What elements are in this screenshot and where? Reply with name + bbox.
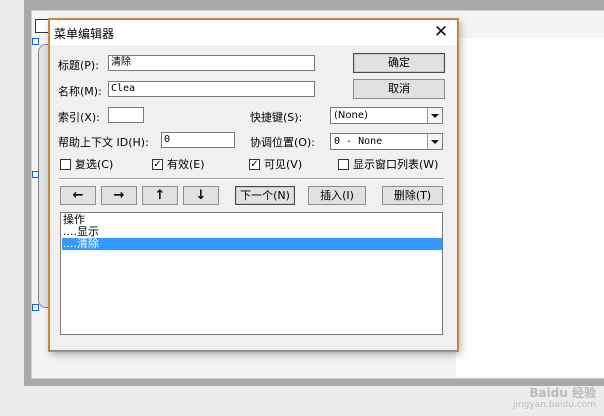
list-item[interactable]: ....显示 bbox=[62, 226, 442, 238]
form-icon bbox=[35, 19, 49, 33]
title-bar: 菜单编辑器 ✕ bbox=[50, 20, 457, 45]
check-icon[interactable]: ✓ bbox=[249, 158, 260, 170]
next-button[interactable]: 下一个(N) bbox=[235, 186, 295, 205]
arrow-up-icon: ↑ bbox=[154, 188, 166, 203]
cancel-button[interactable]: 取消 bbox=[353, 79, 445, 99]
negotiate-select[interactable]: 0 - None bbox=[330, 133, 443, 150]
helpid-label: 帮助上下文 ID(H): bbox=[58, 136, 149, 149]
list-item[interactable]: 操作 bbox=[62, 214, 442, 226]
move-up-button[interactable]: ↑ bbox=[142, 186, 178, 205]
resize-handle[interactable] bbox=[32, 171, 39, 178]
menu-item-list[interactable]: 操作 ....显示 ....清除 bbox=[60, 212, 443, 335]
visible-checkbox[interactable]: ✓ 可见(V) bbox=[249, 156, 302, 172]
resize-handle[interactable] bbox=[32, 304, 39, 311]
insert-button[interactable]: 插入(I) bbox=[308, 186, 366, 205]
checkbox-box[interactable] bbox=[60, 158, 71, 170]
dialog-title: 菜单编辑器 bbox=[54, 27, 115, 41]
form-canvas bbox=[456, 38, 604, 377]
checked-checkbox[interactable]: 复选(C) bbox=[60, 156, 113, 172]
watermark-logo: Baidu 经验 bbox=[529, 386, 596, 400]
shortcut-select[interactable]: (None) bbox=[330, 107, 443, 124]
check-icon[interactable]: ✓ bbox=[152, 158, 163, 170]
menu-editor-dialog: 菜单编辑器 ✕ 标题(P): 清除 确定 名称(M): Clea 取消 索引(X… bbox=[49, 19, 458, 351]
index-label: 索引(X): bbox=[58, 111, 100, 124]
negotiate-label: 协调位置(O): bbox=[250, 136, 315, 149]
enabled-checkbox[interactable]: ✓ 有效(E) bbox=[152, 156, 205, 172]
list-item-selected[interactable]: ....清除 bbox=[62, 238, 442, 250]
name-label: 名称(M): bbox=[58, 85, 102, 98]
chevron-down-icon[interactable] bbox=[427, 108, 442, 123]
ok-button[interactable]: 确定 bbox=[353, 53, 445, 73]
arrow-left-icon: ← bbox=[72, 188, 84, 203]
caption-label: 标题(P): bbox=[58, 59, 99, 72]
checkbox-box[interactable] bbox=[338, 158, 349, 170]
arrow-right-icon: → bbox=[113, 188, 125, 203]
move-right-button[interactable]: → bbox=[101, 186, 137, 205]
windowlist-checkbox[interactable]: 显示窗口列表(W) bbox=[338, 156, 438, 172]
separator bbox=[59, 178, 444, 180]
close-icon[interactable]: ✕ bbox=[431, 22, 451, 42]
resize-handle[interactable] bbox=[32, 38, 39, 45]
shortcut-label: 快捷键(S): bbox=[250, 111, 303, 124]
move-down-button[interactable]: ↓ bbox=[183, 186, 219, 205]
chevron-down-icon[interactable] bbox=[427, 134, 442, 149]
helpid-input[interactable]: 0 bbox=[161, 132, 235, 148]
name-input[interactable]: Clea bbox=[108, 81, 315, 97]
delete-button[interactable]: 删除(T) bbox=[382, 186, 443, 205]
index-input[interactable] bbox=[108, 107, 144, 123]
watermark-url: jingyan.baidu.com bbox=[512, 400, 596, 410]
arrow-down-icon: ↓ bbox=[195, 188, 207, 203]
move-left-button[interactable]: ← bbox=[60, 186, 96, 205]
caption-input[interactable]: 清除 bbox=[108, 55, 315, 71]
